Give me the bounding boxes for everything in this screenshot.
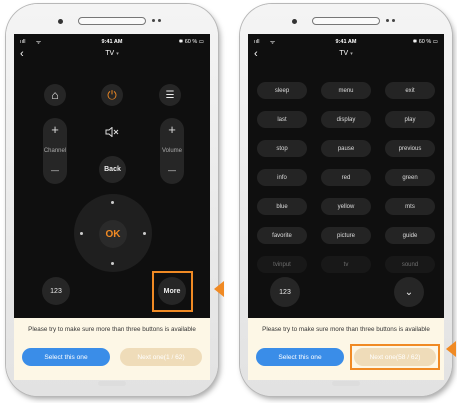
- home-icon[interactable]: ⌂: [44, 84, 66, 106]
- remote-key-tvinput[interactable]: tvinput: [257, 256, 307, 273]
- remote-key-favorite[interactable]: favorite: [257, 227, 307, 244]
- camera-icon: [292, 19, 297, 24]
- remote-key-yellow[interactable]: yellow: [321, 198, 371, 215]
- chevron-down-icon[interactable]: ⌄: [394, 277, 424, 307]
- numpad-button[interactable]: 123: [270, 277, 300, 307]
- page-title: TV ▾: [339, 50, 353, 57]
- remote-key-tv[interactable]: tv: [321, 256, 371, 273]
- volume-label: Volume: [161, 148, 182, 154]
- next-one-highlight: [350, 344, 440, 370]
- battery-icon: ✱ 60 % ▭: [412, 39, 438, 45]
- mute-button[interactable]: [101, 121, 123, 143]
- remote-key-last[interactable]: last: [257, 111, 307, 128]
- nav-bar: ‹ TV ▾: [248, 48, 444, 63]
- remote-key-display[interactable]: display: [321, 111, 371, 128]
- numpad-button[interactable]: 123: [42, 277, 70, 305]
- right-screen: ııll ᯤ 9:41 AM ✱ 60 % ▭ ‹ TV ▾ sleep menu…: [248, 34, 444, 380]
- pointer-arrow-icon: [446, 341, 456, 357]
- nav-bar: ‹ TV ▾: [14, 48, 210, 63]
- dpad-down[interactable]: [111, 262, 114, 265]
- hint-text: Please try to make sure more than three …: [28, 326, 196, 333]
- dpad-left[interactable]: [80, 232, 83, 235]
- remote-key-blue[interactable]: blue: [257, 198, 307, 215]
- channel-label: Channel: [43, 148, 67, 154]
- remote-key-play[interactable]: play: [385, 111, 435, 128]
- remote-key-pause[interactable]: pause: [321, 140, 371, 157]
- dpad-up[interactable]: [111, 201, 114, 204]
- speaker-grille: [78, 17, 146, 25]
- camera-icon: [58, 19, 63, 24]
- remote-key-previous[interactable]: previous: [385, 140, 435, 157]
- remote-key-stop[interactable]: stop: [257, 140, 307, 157]
- channel-down-button[interactable]: —: [43, 166, 67, 175]
- selection-panel: Please try to make sure more than three …: [248, 318, 444, 380]
- remote-key-guide[interactable]: guide: [385, 227, 435, 244]
- volume-down-button[interactable]: —: [160, 166, 184, 175]
- remote-key-picture[interactable]: picture: [321, 227, 371, 244]
- home-indicator: [98, 381, 126, 386]
- remote-key-mts[interactable]: mts: [385, 198, 435, 215]
- ok-button[interactable]: OK: [99, 220, 127, 248]
- hint-text: Please try to make sure more than three …: [262, 326, 430, 333]
- remote-key-red[interactable]: red: [321, 169, 371, 186]
- select-this-one-button[interactable]: Select this one: [256, 348, 344, 366]
- status-bar: ııll ᯤ 9:41 AM ✱ 60 % ▭: [14, 37, 210, 49]
- selection-panel: Please try to make sure more than three …: [14, 318, 210, 380]
- status-bar: ııll ᯤ 9:41 AM ✱ 60 % ▭: [248, 37, 444, 49]
- select-this-one-button[interactable]: Select this one: [22, 348, 110, 366]
- sensor-dot: [158, 19, 161, 22]
- remote-key-menu[interactable]: menu: [321, 82, 371, 99]
- remote-key-green[interactable]: green: [385, 169, 435, 186]
- pointer-arrow-icon: [214, 281, 224, 297]
- power-icon[interactable]: ⏻: [101, 84, 123, 106]
- home-indicator: [332, 381, 360, 386]
- back-button[interactable]: Back: [99, 156, 126, 183]
- remote-key-exit[interactable]: exit: [385, 82, 435, 99]
- channel-up-button[interactable]: +: [43, 122, 67, 137]
- speaker-grille: [312, 17, 380, 25]
- right-phone-frame: ııll ᯤ 9:41 AM ✱ 60 % ▭ ‹ TV ▾ sleep menu…: [240, 4, 452, 396]
- more-highlight: [152, 271, 193, 312]
- sensor-dot: [386, 19, 389, 22]
- menu-icon[interactable]: ☰: [159, 84, 181, 106]
- left-phone-frame: ııll ᯤ 9:41 AM ✱ 60 % ▭ ‹ TV ▾ ⌂ ⏻ ☰ + —…: [6, 4, 218, 396]
- volume-up-button[interactable]: +: [160, 122, 184, 137]
- page-title: TV ▾: [105, 50, 119, 57]
- remote-key-sound[interactable]: sound: [385, 256, 435, 273]
- sensor-dot: [392, 19, 395, 22]
- sensor-dot: [152, 19, 155, 22]
- next-one-button[interactable]: Next one(1 / 62): [120, 348, 202, 366]
- remote-key-sleep[interactable]: sleep: [257, 82, 307, 99]
- battery-icon: ✱ 60 % ▭: [178, 39, 204, 45]
- dpad-right[interactable]: [143, 232, 146, 235]
- remote-key-info[interactable]: info: [257, 169, 307, 186]
- left-screen: ııll ᯤ 9:41 AM ✱ 60 % ▭ ‹ TV ▾ ⌂ ⏻ ☰ + —…: [14, 34, 210, 380]
- mute-icon: [105, 127, 119, 137]
